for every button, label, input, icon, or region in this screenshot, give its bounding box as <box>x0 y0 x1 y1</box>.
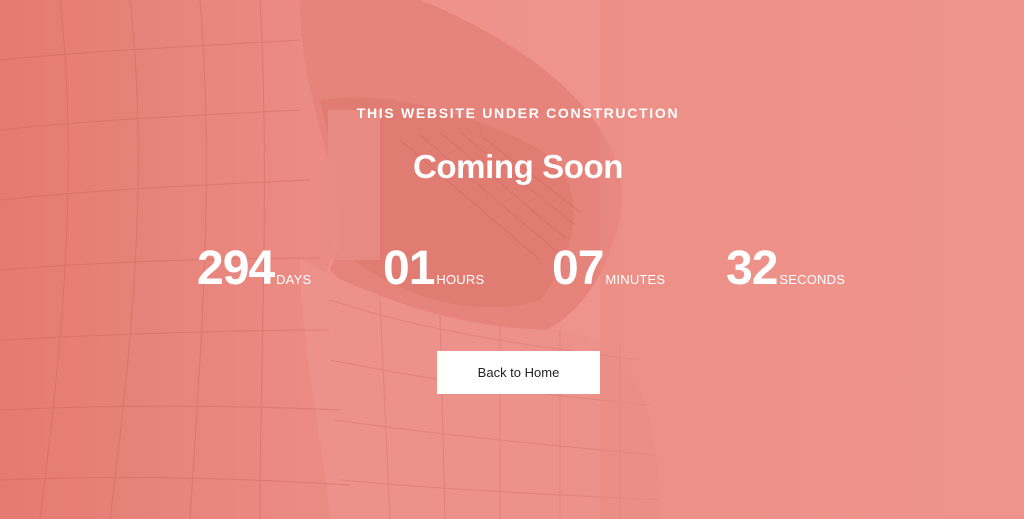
days-label: DAYS <box>276 272 312 287</box>
countdown-minutes: 07 MINUTES <box>552 244 665 294</box>
construction-notice: THIS WEBSITE UNDER CONSTRUCTION <box>356 105 680 121</box>
minutes-value: 07 <box>552 242 604 295</box>
countdown-days: 294 DAYS <box>197 244 311 294</box>
content-overlay: THIS WEBSITE UNDER CONSTRUCTION Coming S… <box>0 0 1024 519</box>
hours-label: HOURS <box>436 272 485 287</box>
countdown-seconds: 32 SECONDS <box>726 244 845 294</box>
page-title: Coming Soon <box>412 148 624 185</box>
minutes-label: MINUTES <box>605 272 666 287</box>
back-to-home-button[interactable]: Back to Home <box>437 351 600 394</box>
seconds-label: SECONDS <box>779 272 846 287</box>
days-value: 294 <box>197 242 275 295</box>
seconds-value: 32 <box>726 242 778 295</box>
hours-value: 01 <box>383 242 435 295</box>
countdown-hours: 01 HOURS <box>383 244 484 294</box>
coming-soon-page: THIS WEBSITE UNDER CONSTRUCTION Coming S… <box>0 0 1024 519</box>
